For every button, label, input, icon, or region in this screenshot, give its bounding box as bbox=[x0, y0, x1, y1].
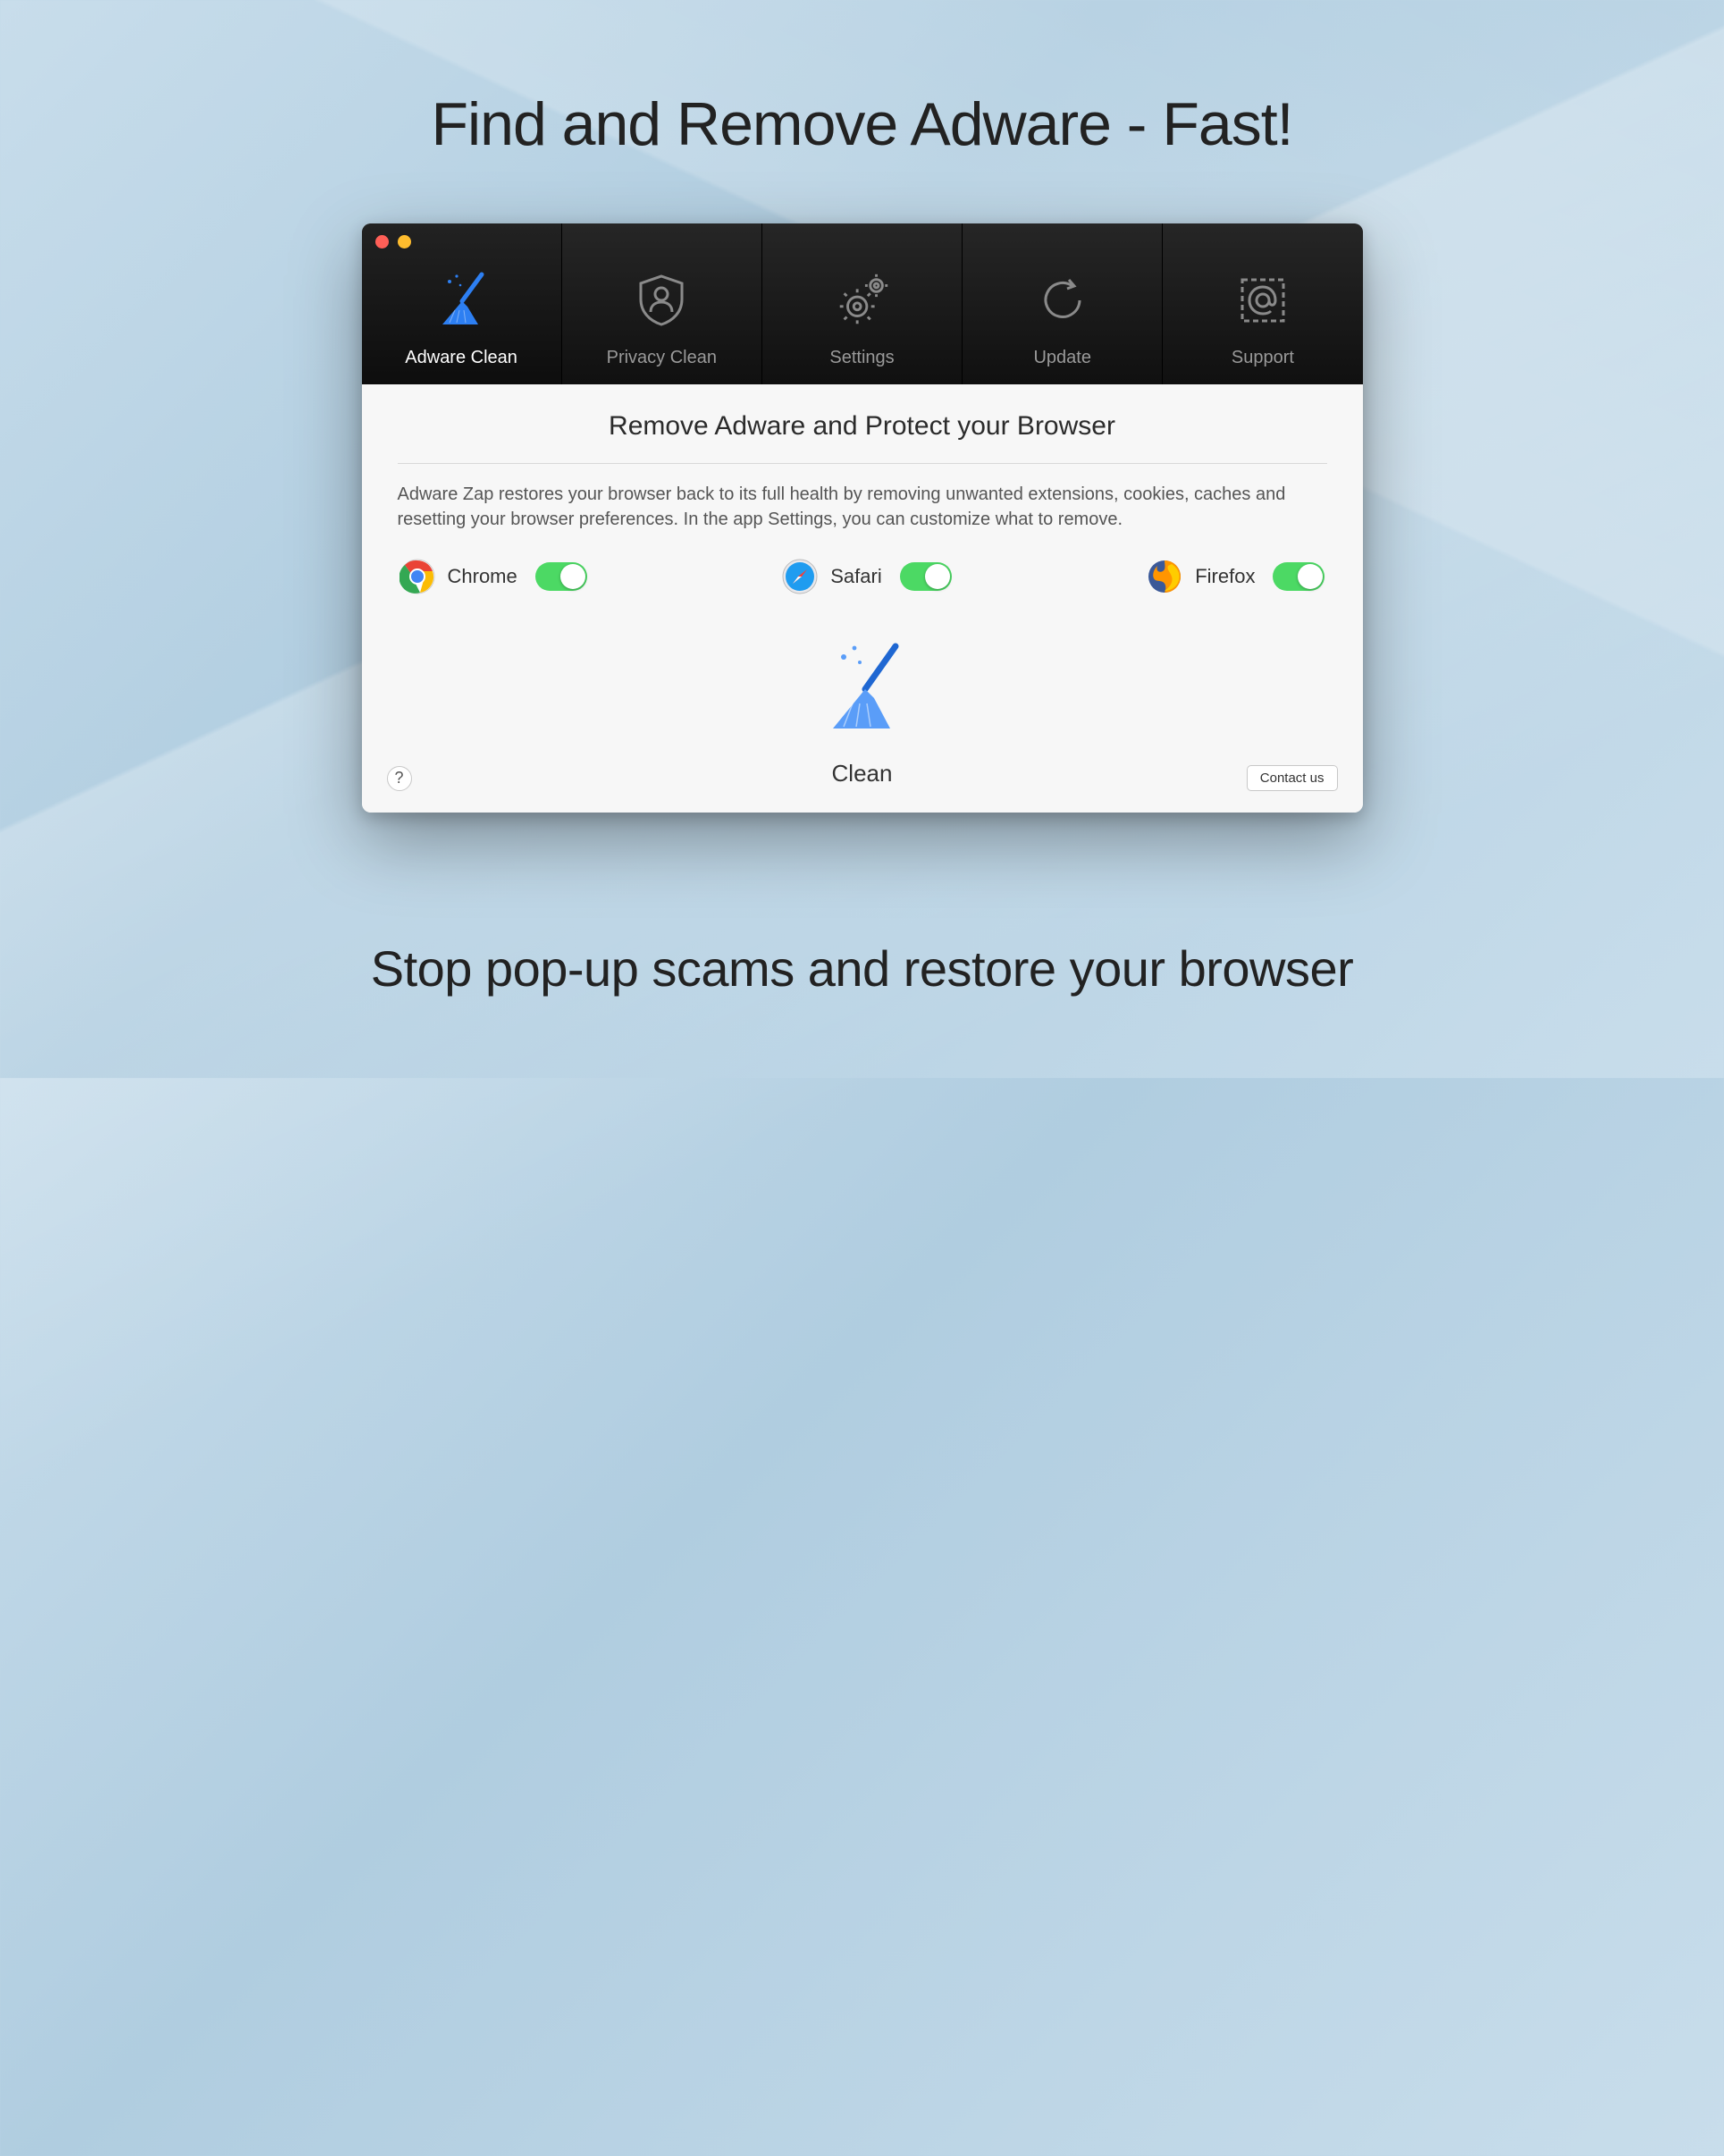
help-button[interactable]: ? bbox=[387, 766, 412, 791]
browser-label: Safari bbox=[830, 565, 881, 588]
content-pane: Remove Adware and Protect your Browser A… bbox=[362, 384, 1363, 813]
broom-icon bbox=[430, 269, 492, 332]
tab-label: Update bbox=[1033, 348, 1091, 368]
tab-privacy-clean[interactable]: Privacy Clean bbox=[562, 223, 762, 384]
broom-icon bbox=[813, 639, 912, 742]
tab-label: Support bbox=[1232, 348, 1294, 368]
browser-item-chrome: Chrome bbox=[399, 559, 587, 594]
minimize-window-button[interactable] bbox=[398, 235, 411, 248]
contact-us-button[interactable]: Contact us bbox=[1247, 765, 1338, 791]
close-window-button[interactable] bbox=[375, 235, 389, 248]
pane-description: Adware Zap restores your browser back to… bbox=[398, 482, 1327, 532]
safari-toggle[interactable] bbox=[900, 562, 952, 591]
chrome-icon bbox=[399, 559, 435, 594]
toolbar: Adware Clean Privacy Clean bbox=[362, 223, 1363, 384]
firefox-icon bbox=[1147, 559, 1182, 594]
tab-support[interactable]: Support bbox=[1163, 223, 1362, 384]
pane-title: Remove Adware and Protect your Browser bbox=[398, 411, 1327, 442]
tab-label: Adware Clean bbox=[405, 348, 517, 368]
marketing-subline: Stop pop-up scams and restore your brows… bbox=[0, 939, 1724, 998]
refresh-icon bbox=[1031, 269, 1094, 332]
browser-label: Firefox bbox=[1195, 565, 1255, 588]
browser-toggle-row: Chrome Safari bbox=[398, 559, 1327, 621]
gear-icon bbox=[831, 269, 894, 332]
browser-label: Chrome bbox=[448, 565, 517, 588]
browser-item-firefox: Firefox bbox=[1147, 559, 1325, 594]
browser-item-safari: Safari bbox=[782, 559, 951, 594]
window-traffic-lights bbox=[375, 235, 433, 248]
tab-settings[interactable]: Settings bbox=[762, 223, 963, 384]
stamp-at-icon bbox=[1232, 269, 1294, 332]
tab-label: Settings bbox=[829, 348, 894, 368]
chrome-toggle[interactable] bbox=[535, 562, 587, 591]
tab-label: Privacy Clean bbox=[607, 348, 717, 368]
safari-icon bbox=[782, 559, 818, 594]
tab-update[interactable]: Update bbox=[963, 223, 1163, 384]
app-window: Adware Clean Privacy Clean bbox=[362, 223, 1363, 813]
marketing-headline: Find and Remove Adware - Fast! bbox=[0, 89, 1724, 159]
divider bbox=[398, 463, 1327, 464]
firefox-toggle[interactable] bbox=[1273, 562, 1325, 591]
shield-person-icon bbox=[630, 269, 693, 332]
